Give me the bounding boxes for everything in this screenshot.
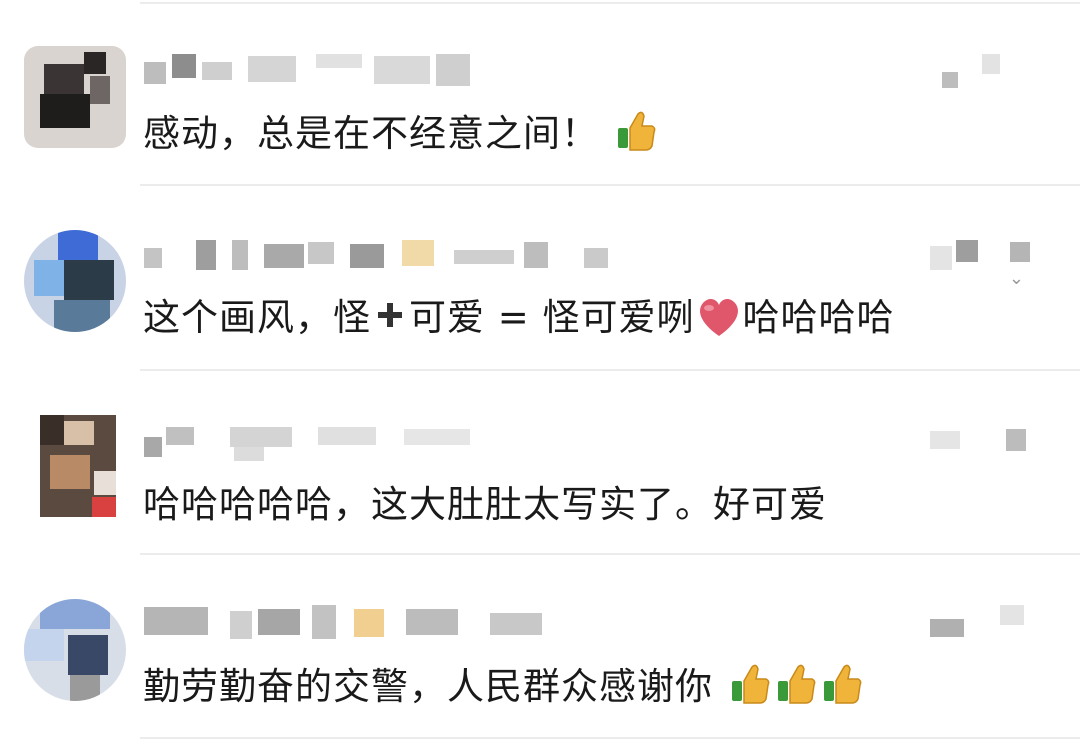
thumbs-up-icon (730, 661, 772, 719)
comment-item[interactable]: ⌄ 这个画风，怪 可爱 = 怪可爱咧 哈哈哈哈 (0, 184, 1080, 368)
thumbs-up-icon (776, 661, 818, 719)
plus-icon (375, 292, 405, 344)
username-redacted[interactable] (144, 48, 644, 88)
comment-item[interactable]: 勤劳勤奋的交警，人民群众感谢你 (0, 553, 1080, 737)
comment-list: 感动，总是在不经意之间！ ⌄ 这个画风，怪 可爱 = 怪可爱咧 哈哈哈哈 哈哈哈… (0, 0, 1080, 740)
comment-item[interactable]: 感动，总是在不经意之间！ (0, 0, 1080, 184)
avatar[interactable] (40, 415, 116, 517)
thumbs-up-icon (822, 661, 864, 719)
divider (140, 737, 1080, 739)
avatar[interactable] (24, 46, 126, 148)
comment-text: 感动，总是在不经意之间！ (143, 108, 658, 166)
username-redacted[interactable] (144, 232, 644, 272)
username-redacted[interactable] (144, 417, 644, 461)
avatar[interactable] (24, 599, 126, 701)
heart-icon (695, 294, 743, 352)
timestamp-redacted (930, 50, 1040, 94)
comment-text: 哈哈哈哈哈，这大肚肚太写实了。好可爱 (143, 483, 827, 526)
timestamp-redacted (930, 603, 1040, 647)
timestamp-redacted (930, 419, 1040, 463)
chevron-down-icon[interactable]: ⌄ (1009, 268, 1024, 289)
comment-text: 这个画风，怪 可爱 = 怪可爱咧 哈哈哈哈 (143, 292, 895, 352)
comment-text: 勤劳勤奋的交警，人民群众感谢你 (143, 661, 864, 719)
comment-item[interactable]: 哈哈哈哈哈，这大肚肚太写实了。好可爱 (0, 369, 1080, 553)
avatar[interactable] (24, 230, 126, 332)
thumbs-up-icon (616, 108, 658, 166)
username-redacted[interactable] (144, 601, 644, 641)
